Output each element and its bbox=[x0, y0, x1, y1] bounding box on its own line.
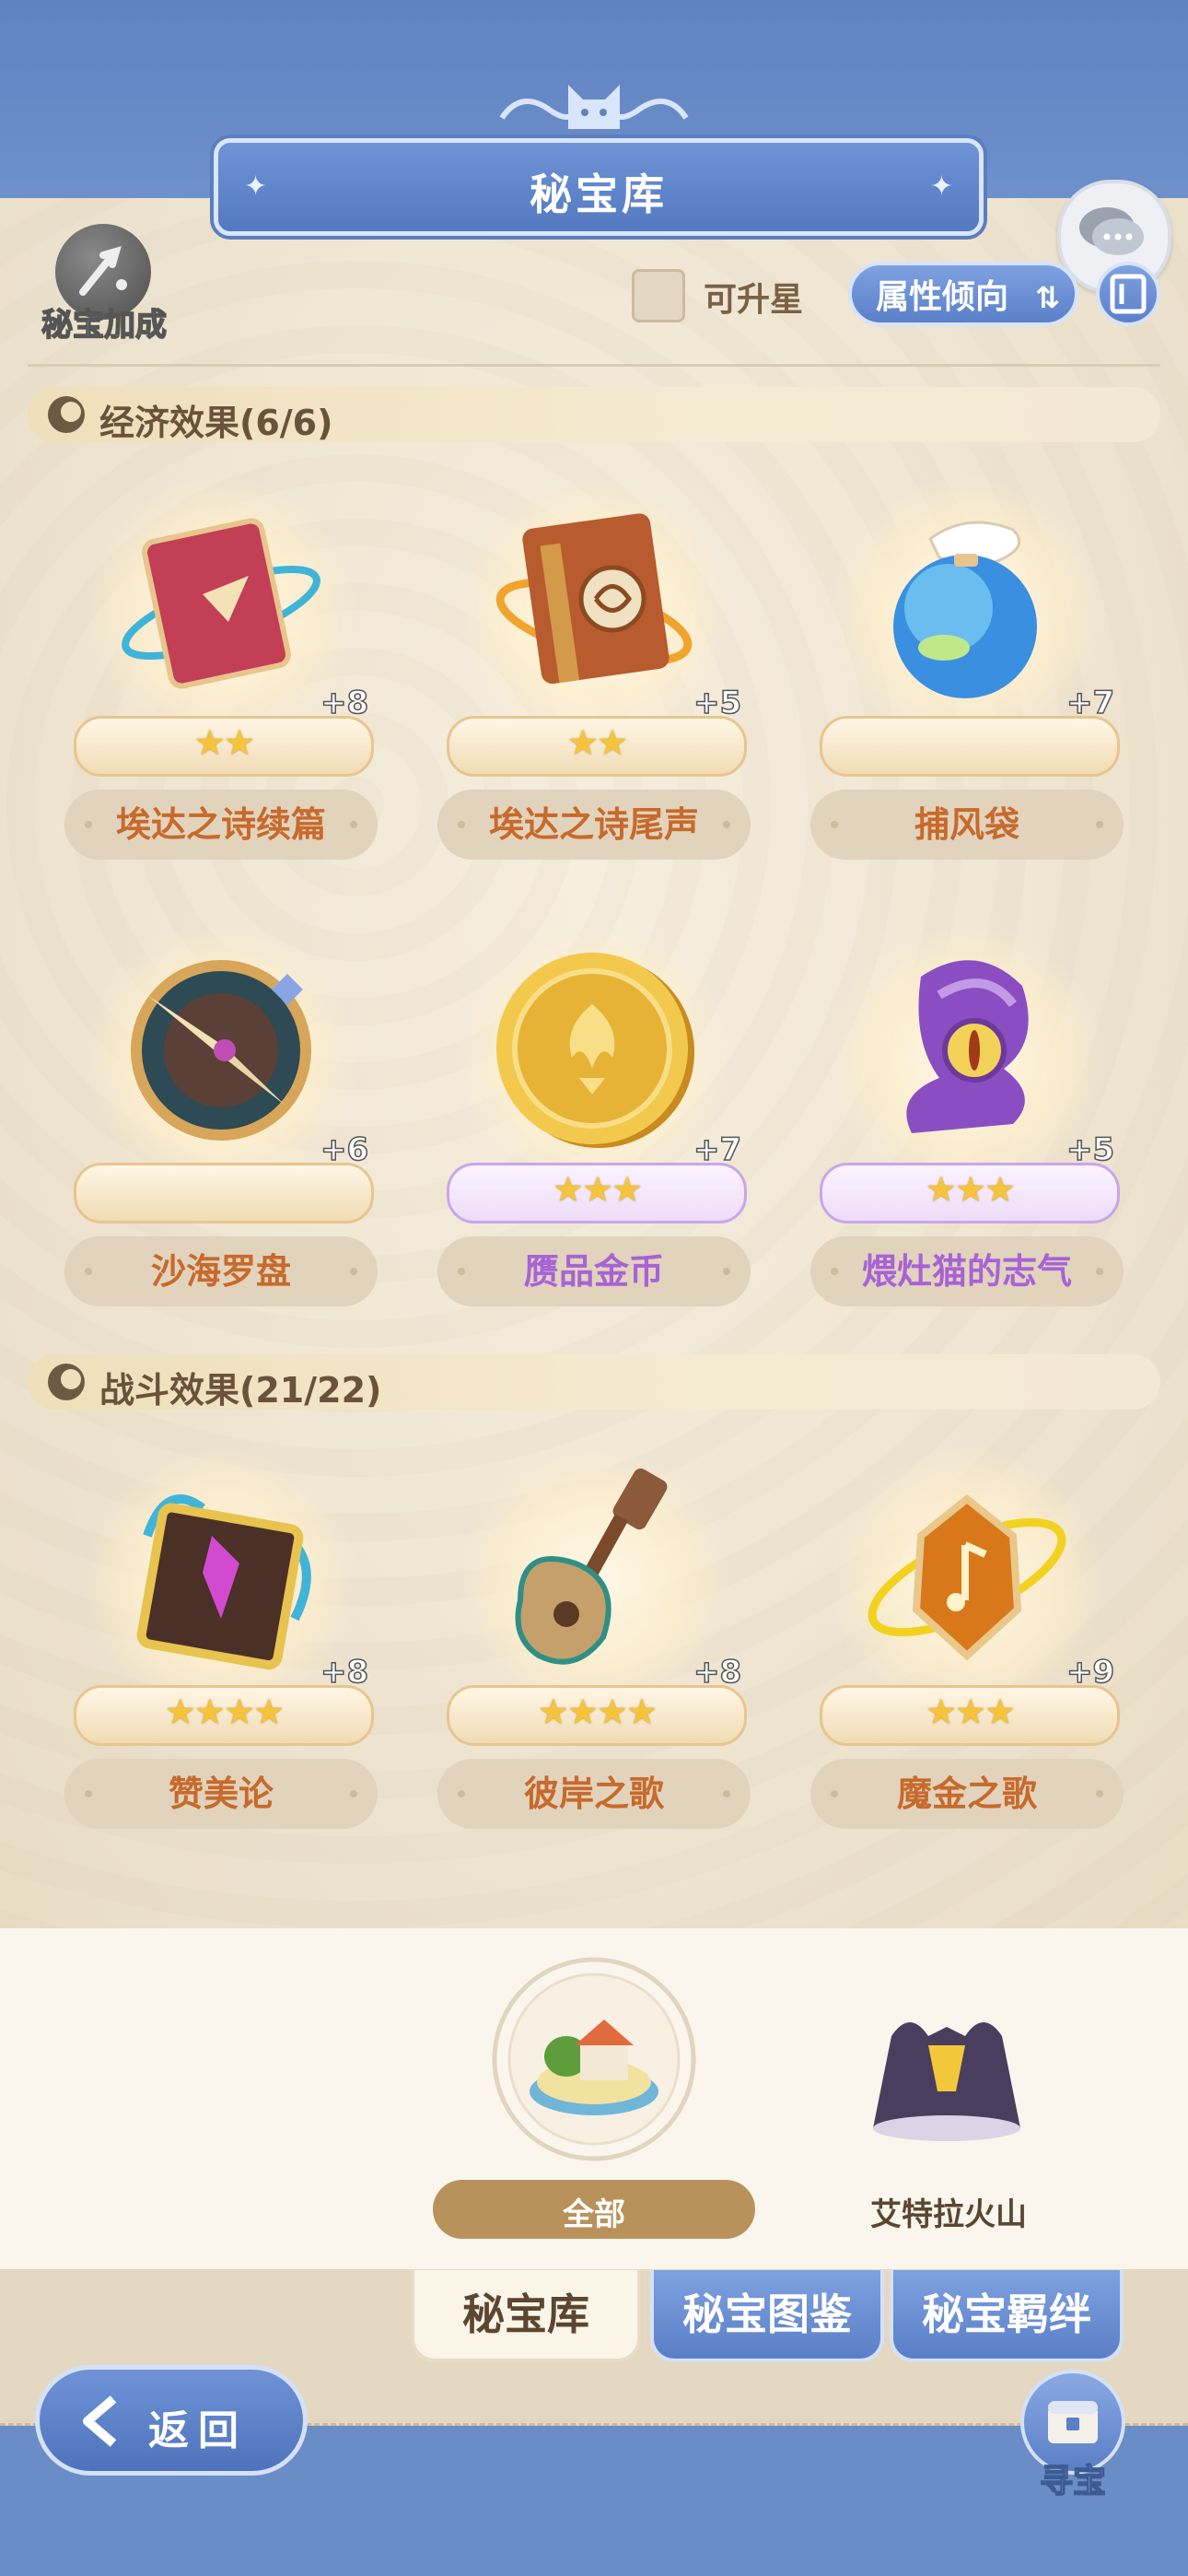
star-rating: ★★ bbox=[566, 722, 628, 763]
treasure-name: 沙海罗盘 bbox=[64, 1236, 378, 1306]
cat-ornament-icon bbox=[499, 85, 689, 129]
level-badge: +5 bbox=[1066, 1130, 1115, 1169]
tab-treasury[interactable]: 秘宝库 bbox=[411, 2270, 641, 2362]
diamond-icon: ✦ bbox=[929, 170, 953, 203]
title-banner: ✦ 秘宝库 ✦ bbox=[214, 138, 984, 236]
treasure-card[interactable]: +6 沙海罗盘 bbox=[37, 921, 405, 1308]
house-island-icon bbox=[492, 1957, 696, 2161]
sort-button[interactable] bbox=[1096, 262, 1160, 326]
back-label: 返回 bbox=[148, 2407, 248, 2454]
treasure-name: 彼岸之歌 bbox=[437, 1759, 751, 1829]
divider bbox=[28, 364, 1160, 367]
page-title: 秘宝库 bbox=[530, 170, 668, 219]
back-arrow-icon bbox=[83, 2395, 117, 2447]
star-rating: ★★★ bbox=[552, 1169, 643, 1210]
treasure-hunt-label: 寻宝 bbox=[1039, 2462, 1107, 2501]
moon-icon bbox=[48, 396, 85, 433]
treasure-name: 埃达之诗尾声 bbox=[437, 790, 751, 860]
region-label: 艾特拉火山 bbox=[870, 2196, 1027, 2233]
treasure-card[interactable]: ★★★ +7 赝品金币 bbox=[410, 921, 778, 1308]
upgradable-checkbox[interactable] bbox=[632, 269, 685, 322]
level-badge: +8 bbox=[693, 1653, 742, 1692]
star-rating: ★★ bbox=[193, 722, 255, 763]
star-rating: ★★★★ bbox=[537, 1692, 658, 1732]
treasure-card[interactable]: ★★★★ +8 赞美论 bbox=[37, 1444, 405, 1831]
gold-coin-icon bbox=[496, 953, 694, 1148]
region-label: 全部 bbox=[563, 2196, 625, 2233]
treasure-card[interactable]: ★★★★ +8 彼岸之歌 bbox=[410, 1444, 778, 1831]
treasure-card[interactable]: ★★★ +9 魔金之歌 bbox=[783, 1444, 1151, 1831]
magic-gold-song-icon bbox=[868, 1493, 1066, 1661]
treasure-name: 赞美论 bbox=[64, 1759, 378, 1829]
star-rating: ★★★ bbox=[925, 1692, 1016, 1732]
red-book-icon bbox=[122, 518, 320, 689]
treasure-card[interactable]: ★★★ +5 煨灶猫的志气 bbox=[783, 921, 1151, 1308]
level-badge: +7 bbox=[1066, 684, 1115, 722]
tab-codex[interactable]: 秘宝图鉴 bbox=[650, 2270, 884, 2362]
level-badge: +5 bbox=[693, 684, 742, 722]
sort-icon bbox=[1110, 274, 1147, 314]
section-title: 经济效果(6/6) bbox=[99, 403, 333, 443]
star-rating: ★★★★ bbox=[164, 1692, 285, 1732]
level-badge: +8 bbox=[320, 1653, 369, 1692]
volcano-icon bbox=[873, 2022, 1020, 2141]
boost-label: 秘宝加成 bbox=[41, 306, 168, 345]
treasure-card[interactable]: ★★ +8 埃达之诗续篇 bbox=[37, 474, 405, 861]
region-etra-volcano[interactable]: 艾特拉火山 bbox=[810, 1953, 1087, 2248]
purple-cat-spirit-icon bbox=[906, 960, 1029, 1133]
moon-icon bbox=[48, 1364, 85, 1400]
level-badge: +6 bbox=[320, 1130, 369, 1169]
tab-bonds[interactable]: 秘宝羁绊 bbox=[890, 2270, 1124, 2362]
region-all[interactable]: 全部 bbox=[433, 1953, 755, 2248]
treasure-name: 煨灶猫的志气 bbox=[810, 1236, 1124, 1306]
treasure-name: 捕风袋 bbox=[810, 790, 1124, 860]
treasure-name: 赝品金币 bbox=[437, 1236, 751, 1306]
treasure-name: 埃达之诗续篇 bbox=[64, 790, 378, 860]
treasure-hunt-button[interactable]: 寻宝 bbox=[1013, 2370, 1133, 2508]
swap-icon: ⇅ bbox=[1035, 280, 1060, 315]
attribute-filter-label: 属性倾向 bbox=[876, 278, 1009, 316]
lute-icon bbox=[515, 1468, 668, 1665]
treasure-name: 魔金之歌 bbox=[810, 1759, 1124, 1829]
brown-book-icon bbox=[495, 513, 693, 685]
treasure-card[interactable]: ★★ +5 埃达之诗尾声 bbox=[410, 474, 778, 861]
back-button[interactable]: 返回 bbox=[35, 2365, 308, 2476]
level-badge: +7 bbox=[693, 1130, 742, 1169]
treasure-card[interactable]: +7 捕风袋 bbox=[783, 474, 1151, 861]
level-badge: +9 bbox=[1066, 1653, 1115, 1692]
compass-icon bbox=[131, 960, 311, 1141]
upgradable-label: 可升星 bbox=[704, 281, 804, 319]
wind-bag-icon bbox=[893, 521, 1037, 698]
section-header-economy: 经济效果(6/6) bbox=[28, 387, 1160, 443]
star-rating: ★★★ bbox=[925, 1169, 1016, 1210]
level-badge: +8 bbox=[320, 684, 369, 722]
treasure-boost-button[interactable]: 秘宝加成 bbox=[26, 217, 182, 345]
attribute-filter-button[interactable]: 属性倾向 ⇅ bbox=[848, 262, 1078, 326]
section-header-combat: 战斗效果(21/22) bbox=[28, 1354, 1160, 1411]
dark-tome-icon bbox=[136, 1494, 311, 1670]
section-title: 战斗效果(21/22) bbox=[99, 1370, 382, 1411]
